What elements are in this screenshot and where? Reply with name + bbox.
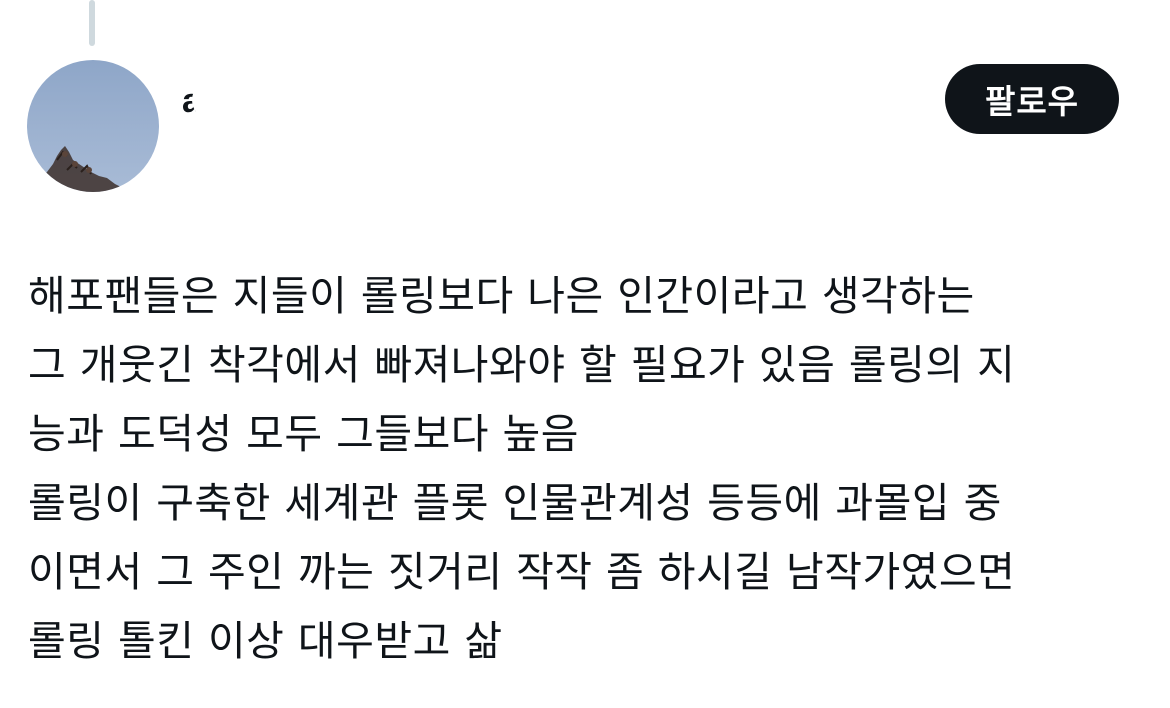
tweet-text-line: 능과 도덕성 모두 그들보다 높음: [28, 410, 579, 458]
tweet-text-line: 롤링이 구축한 세계관 플롯 인물관계성 등등에 과몰입 중: [28, 479, 1002, 527]
tweet-text-line: 롤링 톨킨 이상 대우받고 삶: [28, 617, 503, 665]
thread-connector-line: [89, 0, 95, 46]
author-info[interactable]: a @ .c: [182, 60, 522, 260]
avatar[interactable]: [27, 60, 159, 192]
avatar-photo-icon: [35, 146, 127, 192]
tweet-body: 해포팬들은 지들이 롤링보다 나은 인간이라고 생각하는 그 개웃긴 착각에서 …: [28, 262, 1153, 676]
author-handle: @ .c: [182, 144, 249, 180]
tweet-text-line: 그 개웃긴 착각에서 빠져나와야 할 필요가 있음 롤링의 지: [28, 341, 1016, 389]
tweet-text-line: 해포팬들은 지들이 롤링보다 나은 인간이라고 생각하는: [28, 272, 975, 320]
follow-button[interactable]: 팔로우: [945, 64, 1119, 134]
tweet-text-line: 이면서 그 주인 까는 짓거리 작작 좀 하시길 남작가였으면: [28, 548, 1016, 596]
author-display-name[interactable]: a: [182, 82, 201, 121]
